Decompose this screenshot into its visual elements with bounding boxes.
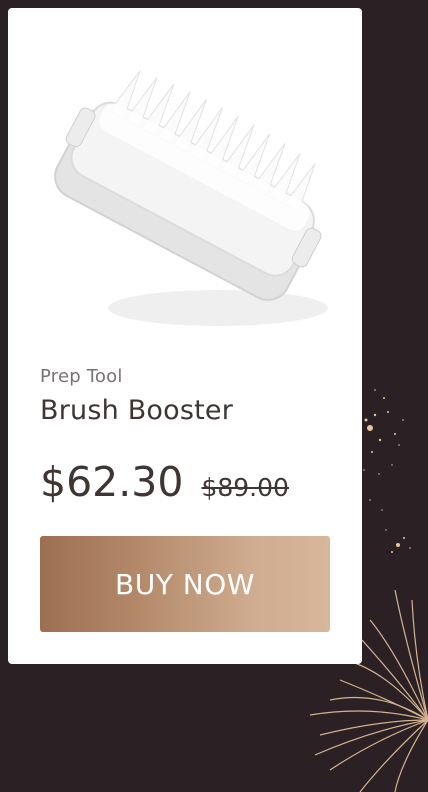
product-title: Brush Booster xyxy=(40,395,234,426)
price-row: $62.30 $89.00 xyxy=(40,458,289,506)
product-card: Prep Tool Brush Booster $62.30 $89.00 BU… xyxy=(8,8,362,664)
sparkle-cluster-icon xyxy=(363,389,411,553)
product-category: Prep Tool xyxy=(40,366,123,387)
sale-price: $62.30 xyxy=(40,458,184,506)
brush-product-icon xyxy=(54,70,328,326)
original-price: $89.00 xyxy=(201,473,289,502)
buy-now-button[interactable]: BUY NOW xyxy=(40,536,330,632)
